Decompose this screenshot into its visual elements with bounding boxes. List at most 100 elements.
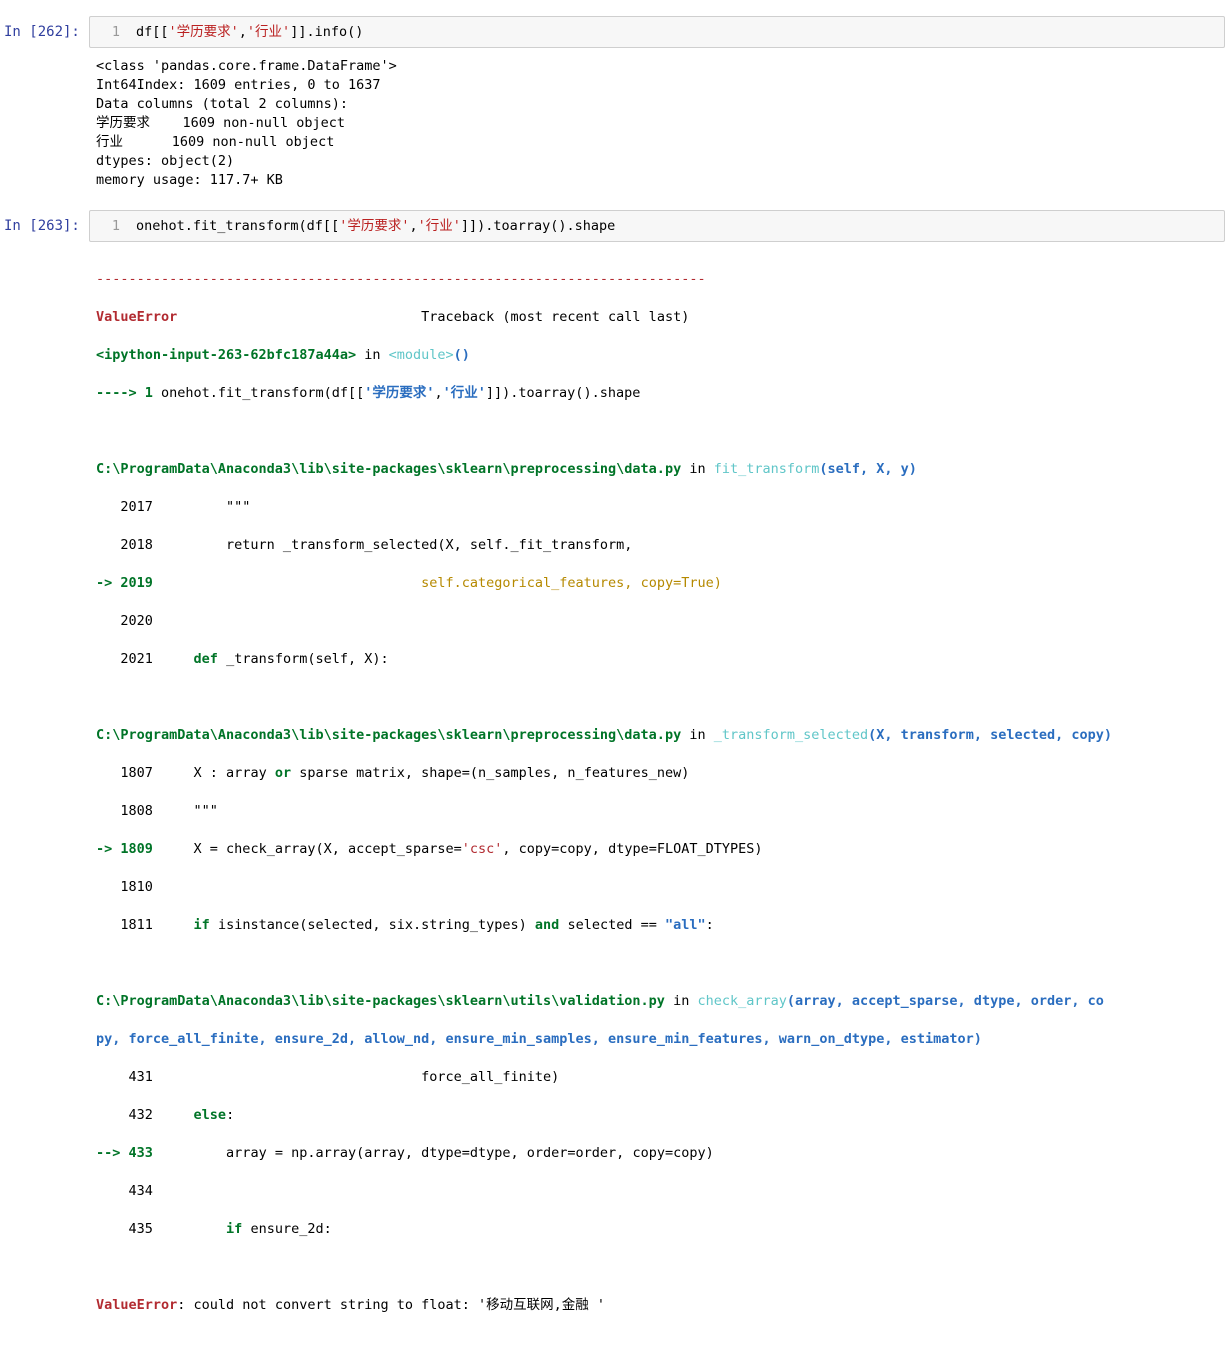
code-keyword: def: [193, 651, 218, 667]
cell-output: <class 'pandas.core.frame.DataFrame'> Int…: [96, 57, 397, 190]
traceback-line: --> 433 array = np.array(array, dtype=dt…: [96, 1144, 1112, 1163]
traceback-header: ValueError Traceback (most recent call l…: [96, 308, 1112, 327]
code-string: '行业': [246, 24, 291, 40]
input-prompt: In [263]:: [4, 218, 80, 234]
traceback-frame-header: <ipython-input-263-62bfc187a44a> in <mod…: [96, 346, 1112, 365]
code-token: ,: [409, 218, 418, 234]
traceback-line: 2021 def _transform(self, X):: [96, 650, 1112, 669]
traceback-line: 2020: [96, 613, 153, 629]
code-token: X = check_array(X, accept_sparse=: [152, 841, 462, 857]
output-line: Int64Index: 1609 entries, 0 to 1637: [96, 77, 381, 93]
traceback-line: -> 2019 self.categorical_features, copy=…: [96, 574, 1112, 593]
code-token: ensure_2d:: [242, 1221, 332, 1237]
traceback-line: 431 force_all_finite): [96, 1069, 560, 1085]
code-keyword: or: [274, 765, 292, 781]
line-number: 432: [96, 1107, 194, 1123]
code-token: ,: [238, 24, 247, 40]
traceback-line: 1807 X : array or sparse matrix, shape=(…: [96, 764, 1112, 783]
traceback-text: in: [681, 727, 714, 743]
error-message: : could not convert string to float: '移动…: [177, 1297, 606, 1313]
function-args: (): [453, 347, 470, 363]
code-token: ,: [434, 385, 443, 401]
traceback-line: 2017 """: [96, 499, 251, 515]
code-string: '学历要求': [339, 218, 410, 234]
output-line: memory usage: 117.7+ KB: [96, 172, 283, 188]
error-arrow: ----> 1: [96, 385, 162, 401]
traceback-text: in: [681, 461, 714, 477]
traceback-text: in: [356, 347, 389, 363]
code-token: _transform(self, X):: [217, 651, 389, 667]
line-number: 1: [111, 24, 120, 40]
code-string: '行业': [417, 218, 461, 234]
code-keyword: if: [226, 1221, 243, 1237]
code-string: "all": [664, 917, 706, 933]
traceback-line: -> 1809 X = check_array(X, accept_sparse…: [96, 840, 1112, 859]
code-token: onehot.fit_transform(df[[: [161, 385, 365, 401]
code-token: X : array: [193, 765, 275, 781]
code-token: array = np.array(array, dtype=dtype, ord…: [152, 1145, 714, 1161]
code-token: :: [705, 917, 714, 933]
function-name: <module>: [388, 347, 454, 363]
code-keyword: and: [534, 917, 560, 933]
line-number: 1807: [96, 765, 194, 781]
function-args: (self, X, y): [819, 461, 917, 477]
line-number: 1: [111, 218, 120, 234]
input-reference: <ipython-input-263-62bfc187a44a>: [96, 347, 357, 363]
code-token: :: [226, 1107, 235, 1123]
traceback-frame-header: C:\ProgramData\Anaconda3\lib\site-packag…: [96, 726, 1112, 745]
code-string: '行业': [442, 385, 486, 401]
traceback-frame-header: C:\ProgramData\Anaconda3\lib\site-packag…: [96, 992, 1112, 1011]
error-name: ValueError: [96, 309, 178, 325]
line-number: 435: [96, 1221, 227, 1237]
file-path: C:\ProgramData\Anaconda3\lib\site-packag…: [96, 461, 682, 477]
output-line: dtypes: object(2): [96, 153, 235, 169]
traceback-output: ----------------------------------------…: [96, 251, 1112, 1353]
code-line[interactable]: onehot.fit_transform(df[['学历要求','行业']]).…: [136, 211, 615, 241]
code-token: selected ==: [559, 917, 665, 933]
code-string: '学历要求': [364, 385, 435, 401]
line-number: 2021: [96, 651, 194, 667]
traceback-line: 2018 return _transform_selected(X, self.…: [96, 537, 633, 553]
file-path: C:\ProgramData\Anaconda3\lib\site-packag…: [96, 727, 682, 743]
traceback-line: 1808 """: [96, 803, 218, 819]
code-line[interactable]: df[['学历要求','行业']].info(): [136, 17, 363, 47]
traceback-line: ----> 1 onehot.fit_transform(df[['学历要求',…: [96, 384, 1112, 403]
function-name: _transform_selected: [713, 727, 869, 743]
code-token: onehot.fit_transform(df[[: [136, 218, 340, 234]
code-token: self.categorical_features, copy=True): [152, 575, 722, 591]
code-string: '学历要求': [168, 24, 239, 40]
traceback-line: 432 else:: [96, 1106, 1112, 1125]
code-token: ]].info(): [290, 24, 364, 40]
traceback-separator: ----------------------------------------…: [96, 271, 706, 287]
code-token: , copy=copy, dtype=FLOAT_DTYPES): [502, 841, 763, 857]
output-line: Data columns (total 2 columns):: [96, 96, 348, 112]
function-args: (X, transform, selected, copy): [868, 727, 1112, 743]
traceback-frame-header: C:\ProgramData\Anaconda3\lib\site-packag…: [96, 460, 1112, 479]
error-arrow: -> 1809: [96, 841, 153, 857]
code-input[interactable]: 1 df[['学历要求','行业']].info(): [89, 16, 1225, 48]
traceback-line: 1811 if isinstance(selected, six.string_…: [96, 916, 1112, 935]
code-token: df[[: [136, 24, 169, 40]
code-input[interactable]: 1 onehot.fit_transform(df[['学历要求','行业']]…: [89, 210, 1225, 242]
code-keyword: if: [193, 917, 210, 933]
function-args: (array, accept_sparse, dtype, order, co: [786, 993, 1104, 1009]
function-name: check_array: [697, 993, 787, 1009]
traceback-text: in: [664, 993, 698, 1009]
code-keyword: else: [193, 1107, 227, 1123]
function-name: fit_transform: [713, 461, 820, 477]
error-arrow: --> 433: [96, 1145, 153, 1161]
code-token: sparse matrix, shape=(n_samples, n_featu…: [291, 765, 690, 781]
code-string: 'csc': [461, 841, 503, 857]
output-line: 行业 1609 non-null object: [96, 134, 335, 150]
error-arrow: -> 2019: [96, 575, 153, 591]
traceback-title: Traceback (most recent call last): [177, 309, 690, 325]
code-token: isinstance(selected, six.string_types): [209, 917, 535, 933]
error-name: ValueError: [96, 1297, 178, 1313]
function-args: py, force_all_finite, ensure_2d, allow_n…: [96, 1031, 982, 1047]
final-error: ValueError: could not convert string to …: [96, 1296, 1112, 1315]
file-path: C:\ProgramData\Anaconda3\lib\site-packag…: [96, 993, 665, 1009]
output-line: <class 'pandas.core.frame.DataFrame'>: [96, 58, 397, 74]
traceback-line: 435 if ensure_2d:: [96, 1220, 1112, 1239]
traceback-line: 1810: [96, 879, 153, 895]
code-token: ]]).toarray().shape: [460, 218, 616, 234]
